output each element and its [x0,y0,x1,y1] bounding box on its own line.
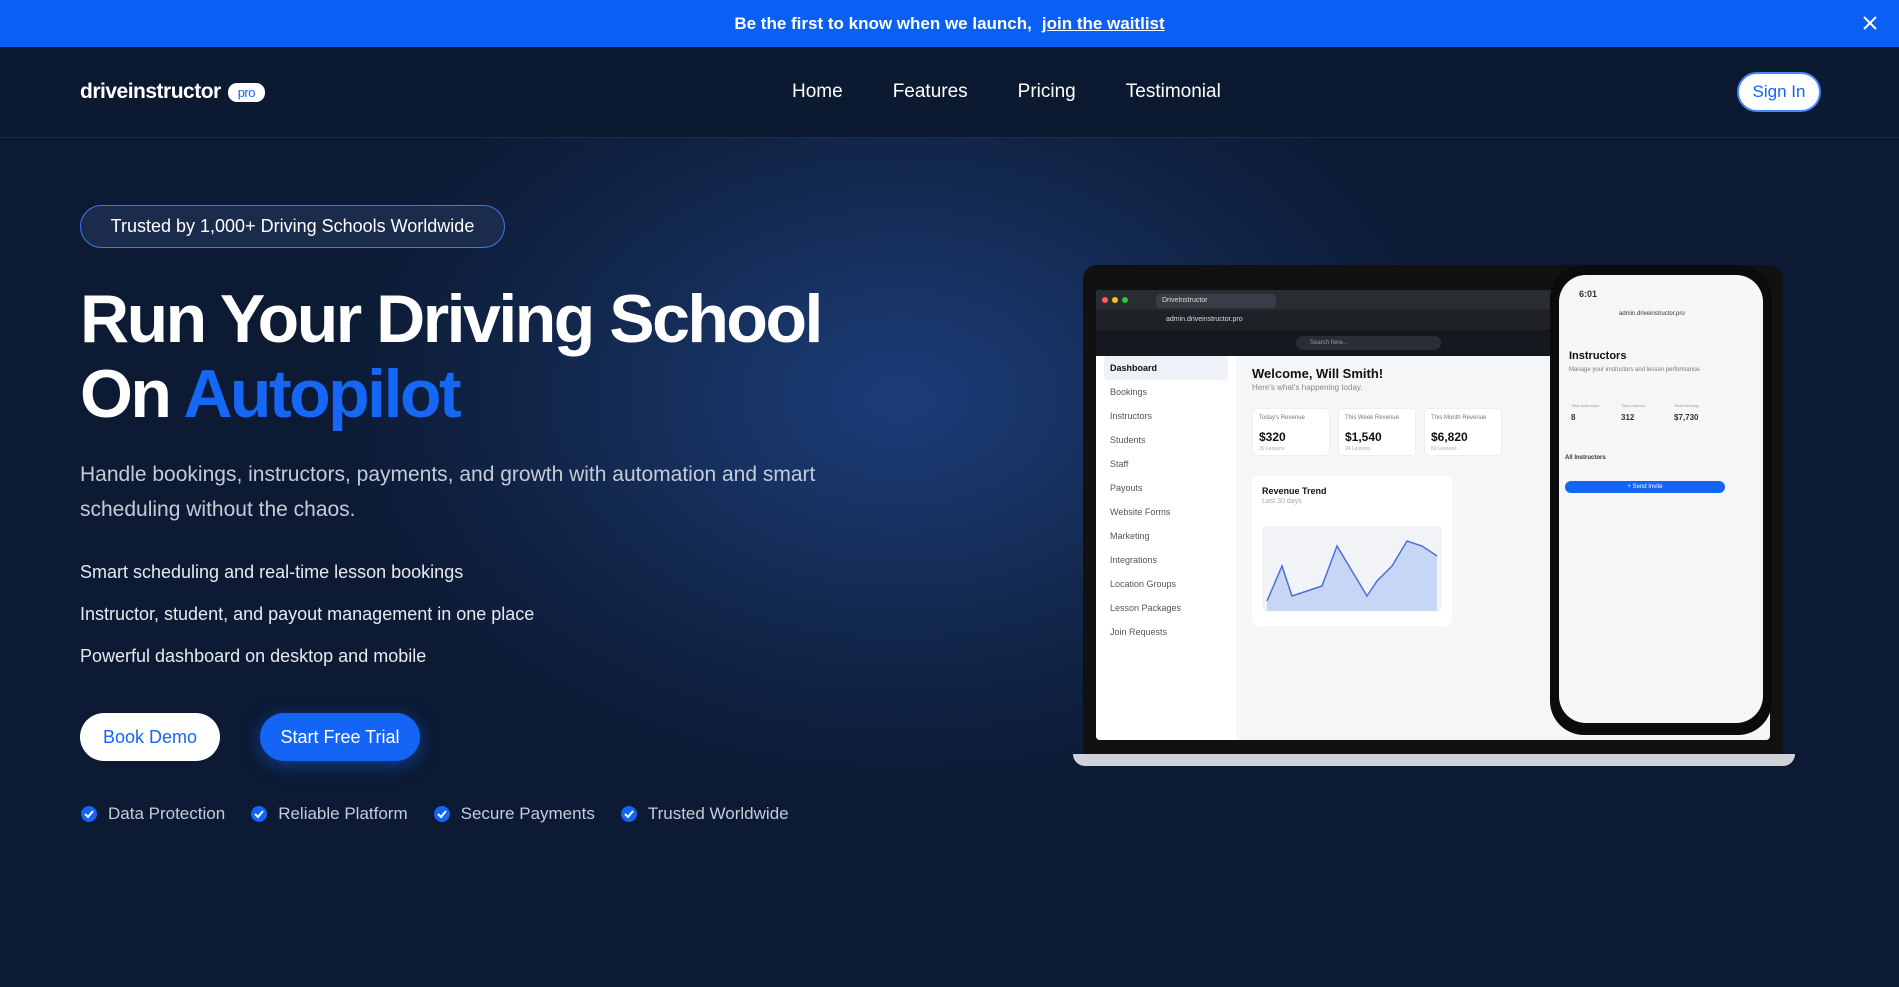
stat-card: This Week Revenue $1,540 24 Lessons [1338,408,1416,456]
phone-url: admin.driveinstructor.pro [1619,311,1685,317]
phone-mockup: 6:01 admin.driveinstructor.pro Instructo… [1550,265,1772,735]
phone-list-title: All Instructors [1565,455,1606,461]
trusted-pill: Trusted by 1,000+ Driving Schools Worldw… [80,205,505,248]
check-circle-icon [251,806,268,822]
search-field: Search here... [1296,336,1441,350]
waitlist-link[interactable]: join the waitlist [1042,14,1165,34]
browser-tab: DriveInstructor [1156,294,1276,308]
hero-title-on: On [80,356,172,432]
welcome-title: Welcome, Will Smith! [1252,366,1384,381]
trust-badges: Data Protection Reliable Platform Secure… [80,804,814,824]
send-invite-button: + Send Invite [1565,481,1725,493]
hero-title: Run Your Driving School On Autopilot [80,281,823,432]
sidebar-item: Integrations [1110,555,1158,565]
stat-card: Today's Revenue $320 30 Lessons [1252,408,1330,456]
hero-title-line1: Run Your Driving School [80,281,823,357]
sidebar-item: Lesson Packages [1110,603,1182,613]
sidebar-item: Instructors [1110,411,1153,421]
check-circle-icon [433,806,450,822]
sidebar-item: Staff [1110,459,1129,469]
revenue-trend-graph [1262,526,1442,611]
close-icon[interactable] [1857,10,1883,36]
nav-features[interactable]: Features [893,81,968,103]
book-demo-button[interactable]: Book Demo [80,713,220,761]
badge-label: Data Protection [108,804,226,823]
sidebar-item: Location Groups [1110,579,1177,589]
nav-pricing[interactable]: Pricing [1018,81,1076,103]
nav-testimonial[interactable]: Testimonial [1126,81,1221,103]
sidebar: Dashboard Bookings Instructors Students … [1096,356,1236,740]
sidebar-item: Join Requests [1110,627,1168,637]
hero-title-accent: Autopilot [183,356,461,432]
sidebar-item-dashboard: Dashboard [1104,356,1228,380]
banner-text: Be the first to know when we launch, [734,13,1032,33]
navbar: driveinstructor pro Home Features Pricin… [0,47,1899,138]
nav-home[interactable]: Home [792,81,843,103]
sidebar-item: Marketing [1110,531,1150,541]
hero-subtitle: Handle bookings, instructors, payments, … [80,463,816,521]
sidebar-item: Bookings [1110,387,1148,397]
laptop-base [1073,754,1795,766]
badge-label: Secure Payments [460,804,595,823]
nav-menu: Home Features Pricing Testimonial [792,81,1271,103]
url-text: admin.driveinstructor.pro [1166,316,1243,323]
phone-title: Instructors [1569,350,1627,362]
phone-time: 6:01 [1579,289,1598,299]
logo[interactable]: driveinstructor pro [80,80,265,104]
phone-subtitle: Manage your instructors and lesson perfo… [1569,367,1702,373]
logo-text: driveinstructor [80,80,221,103]
feature-item: Powerful dashboard on desktop and mobile [80,646,427,666]
phone-screen: 6:01 admin.driveinstructor.pro Instructo… [1559,275,1763,723]
announcement-banner: Be the first to know when we launch, joi… [0,0,1899,47]
revenue-chart-card: Revenue Trend Last 30 days [1252,476,1452,626]
stat-card: This Month Revenue $6,820 60 Lessons [1424,408,1502,456]
feature-item: Smart scheduling and real-time lesson bo… [80,562,464,582]
welcome-subtitle: Here's what's happening today. [1252,383,1363,392]
sign-in-button[interactable]: Sign In [1737,72,1821,112]
badge-label: Trusted Worldwide [647,804,789,823]
feature-item: Instructor, student, and payout manageme… [80,604,535,624]
check-circle-icon [620,806,637,822]
check-circle-icon [81,806,97,822]
badge-label: Reliable Platform [278,804,408,823]
sidebar-item: Students [1110,435,1146,445]
pro-badge: pro [227,82,265,102]
sidebar-item: Payouts [1110,483,1143,493]
sidebar-item: Website Forms [1110,507,1171,517]
start-free-trial-button[interactable]: Start Free Trial [260,713,420,761]
